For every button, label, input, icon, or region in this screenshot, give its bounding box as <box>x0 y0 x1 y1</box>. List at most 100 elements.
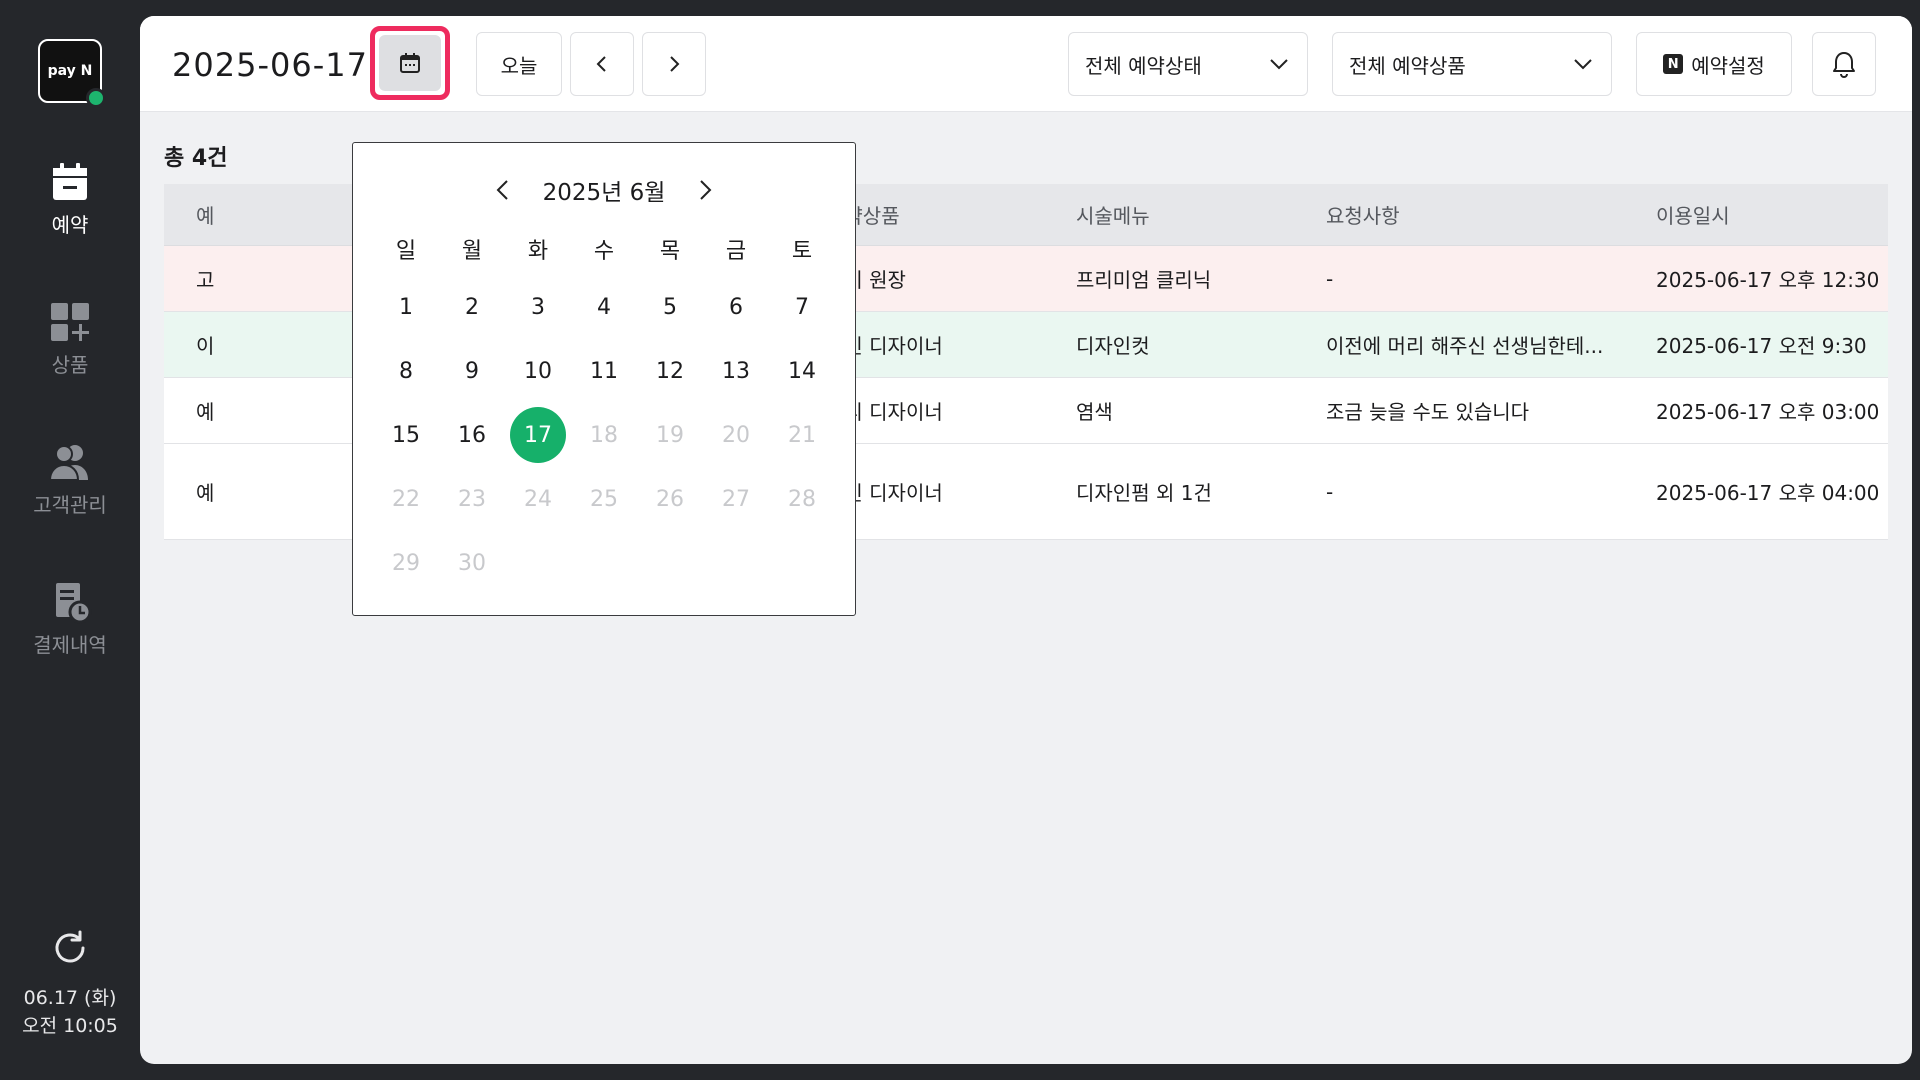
product-filter-value: 전체 예약상품 <box>1349 53 1466 78</box>
header-cell: 시술메뉴 <box>1076 204 1150 228</box>
day-number: 18 <box>590 422 618 448</box>
day-cell[interactable]: 5 <box>637 275 703 339</box>
day-number: 23 <box>458 486 486 512</box>
day-cell-disabled: 18 <box>571 403 637 467</box>
row-datetime: 2025-06-17 오후 12:30 <box>1656 268 1880 292</box>
calendar-button[interactable] <box>370 26 450 100</box>
datepicker-month-label: 2025년 6월 <box>542 180 666 206</box>
day-cell[interactable]: 10 <box>505 339 571 403</box>
day-cell[interactable]: 15 <box>373 403 439 467</box>
clock-date: 06.17 (화) <box>23 987 117 1009</box>
status-filter-value: 전체 예약상태 <box>1085 53 1202 78</box>
day-cell[interactable]: 13 <box>703 339 769 403</box>
day-number: 5 <box>663 294 677 320</box>
grid-plus-icon <box>51 303 89 341</box>
row-datetime: 2025-06-17 오후 04:00 <box>1656 481 1880 505</box>
day-cell[interactable]: 16 <box>439 403 505 467</box>
day-cell[interactable]: 2 <box>439 275 505 339</box>
day-cell[interactable]: 14 <box>769 339 835 403</box>
current-datetime: 06.17 (화) 오전 10:05 <box>0 984 140 1040</box>
row-cell: 고 <box>196 268 215 292</box>
day-cell-disabled: 22 <box>373 467 439 531</box>
day-cell[interactable]: 7 <box>769 275 835 339</box>
reservation-settings-button[interactable]: N 예약설정 <box>1636 32 1792 96</box>
sidebar-item-label: 고객관리 <box>33 493 107 517</box>
datepicker-popup: 2025년 6월 일 월 화 수 목 금 토 1 2 3 4 5 6 7 8 9… <box>352 142 856 616</box>
day-cell-disabled: 26 <box>637 467 703 531</box>
notifications-button[interactable] <box>1812 32 1876 96</box>
weekday-label: 목 <box>659 239 681 264</box>
day-number: 19 <box>656 422 684 448</box>
sidebar-item-label: 상품 <box>51 353 89 377</box>
day-cell[interactable]: 6 <box>703 275 769 339</box>
day-number: 17 <box>510 407 566 463</box>
naver-n-icon: N <box>1663 54 1684 74</box>
day-number: 8 <box>399 358 413 384</box>
next-month-button[interactable] <box>691 176 719 204</box>
header-cell: 예 <box>196 204 215 228</box>
day-number: 21 <box>788 422 816 448</box>
day-number: 27 <box>722 486 750 512</box>
day-cell[interactable]: 4 <box>571 275 637 339</box>
row-cell: 예 <box>196 400 215 424</box>
total-count: 총 4건 <box>164 146 228 171</box>
chevron-right-icon <box>700 180 712 200</box>
day-number: 3 <box>531 294 545 320</box>
sidebar-item-customers[interactable]: 고객관리 <box>0 440 140 518</box>
day-cell[interactable]: 3 <box>505 275 571 339</box>
today-button[interactable]: 오늘 <box>476 32 562 96</box>
sidebar-item-payments[interactable]: 결제내역 <box>0 580 140 658</box>
day-number: 9 <box>465 358 479 384</box>
sidebar-item-label: 예약 <box>51 213 89 237</box>
day-cell-disabled: 19 <box>637 403 703 467</box>
sidebar-item-products[interactable]: 상품 <box>0 300 140 378</box>
sidebar: pay N 예약 상품 고객관리 결제내역 06.17 (화) 오전 10:05 <box>0 0 140 1080</box>
product-filter-select[interactable]: 전체 예약상품 <box>1332 32 1612 96</box>
prev-day-button[interactable] <box>570 32 634 96</box>
toolbar: 2025-06-17 오늘 전체 예약상태 전체 예약상품 N 예약설정 <box>140 16 1912 112</box>
day-number: 2 <box>465 294 479 320</box>
day-number: 7 <box>795 294 809 320</box>
datepicker-grid: 일 월 화 수 목 금 토 1 2 3 4 5 6 7 8 9 10 11 12… <box>373 223 835 595</box>
day-cell-disabled: 23 <box>439 467 505 531</box>
day-cell[interactable]: 9 <box>439 339 505 403</box>
chevron-down-icon <box>1270 59 1288 70</box>
reservation-settings-label: 예약설정 <box>1691 53 1765 78</box>
status-filter-select[interactable]: 전체 예약상태 <box>1068 32 1308 96</box>
chevron-down-icon <box>1574 59 1592 70</box>
day-number: 13 <box>722 358 750 384</box>
day-cell[interactable]: 8 <box>373 339 439 403</box>
refresh-icon[interactable] <box>50 928 90 968</box>
next-day-button[interactable] <box>642 32 706 96</box>
day-number: 14 <box>788 358 816 384</box>
sidebar-item-reservation[interactable]: 예약 <box>0 160 140 238</box>
day-cell[interactable]: 11 <box>571 339 637 403</box>
sidebar-item-label: 결제내역 <box>33 633 107 657</box>
row-request: - <box>1326 266 1334 291</box>
row-request: - <box>1326 479 1334 504</box>
calendar-icon <box>400 53 420 73</box>
day-number: 16 <box>458 422 486 448</box>
day-number: 11 <box>590 358 618 384</box>
online-status-dot <box>86 88 106 108</box>
day-cell[interactable]: 12 <box>637 339 703 403</box>
day-cell-disabled: 29 <box>373 531 439 595</box>
row-datetime: 2025-06-17 오전 9:30 <box>1656 334 1867 358</box>
header-cell: 이용일시 <box>1656 204 1730 228</box>
naver-badge-text: N <box>1667 56 1679 72</box>
row-cell: 예 <box>196 481 215 505</box>
day-number: 30 <box>458 550 486 576</box>
weekday-label: 일 <box>395 239 417 264</box>
weekday-label: 금 <box>725 239 747 264</box>
day-cell-disabled: 25 <box>571 467 637 531</box>
day-cell[interactable]: 1 <box>373 275 439 339</box>
prev-month-button[interactable] <box>489 176 517 204</box>
datepicker-header: 2025년 6월 <box>353 173 855 207</box>
calendar-button-inner <box>379 35 441 91</box>
receipt-clock-icon <box>56 583 92 624</box>
row-request: 이전에 머리 해주신 선생님한테... <box>1326 334 1604 358</box>
logo-text: pay N <box>47 63 93 79</box>
day-number: 6 <box>729 294 743 320</box>
day-cell-selected[interactable]: 17 <box>505 403 571 467</box>
current-date-title: 2025-06-17 <box>172 46 368 84</box>
